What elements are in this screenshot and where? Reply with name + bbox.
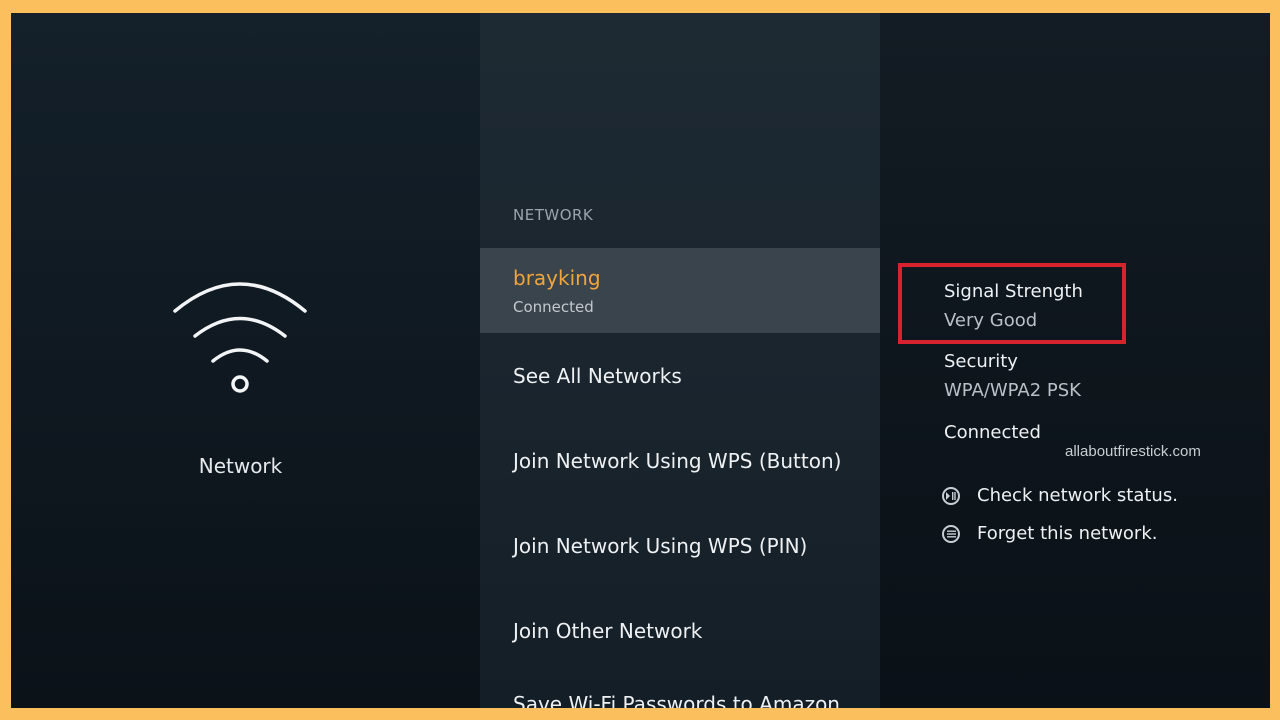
connection-status-label: Connected — [944, 422, 1041, 443]
network-menu-panel: NETWORK brayking Connected See All Netwo… — [480, 13, 880, 708]
forget-network-action[interactable]: Forget this network. — [942, 523, 1157, 544]
left-panel: Network — [11, 13, 480, 708]
security-value: WPA/WPA2 PSK — [944, 380, 1081, 401]
network-category-label: Network — [198, 454, 283, 478]
signal-strength-highlight — [898, 263, 1126, 344]
network-name: brayking — [513, 266, 601, 290]
security-label: Security — [944, 351, 1018, 372]
watermark: allaboutfirestick.com — [1065, 443, 1201, 460]
network-details-panel: Signal Strength Very Good Security WPA/W… — [880, 13, 1270, 708]
play-pause-icon — [942, 486, 960, 505]
network-status: Connected — [513, 298, 594, 316]
signal-strength-label: Signal Strength — [944, 281, 1083, 302]
signal-strength-value: Very Good — [944, 310, 1038, 331]
menu-icon — [942, 524, 960, 543]
wifi-icon — [173, 282, 307, 393]
app-window: Network NETWORK brayking Connected See A… — [11, 13, 1270, 708]
join-other-network-item[interactable]: Join Other Network — [480, 619, 846, 643]
join-wps-pin-item[interactable]: Join Network Using WPS (PIN) — [480, 534, 846, 558]
save-wifi-passwords-item[interactable]: Save Wi-Fi Passwords to Amazon — [480, 692, 846, 708]
section-header: NETWORK — [513, 206, 594, 224]
see-all-networks-item[interactable]: See All Networks — [480, 364, 846, 388]
join-wps-button-item[interactable]: Join Network Using WPS (Button) — [480, 449, 846, 473]
forget-network-label: Forget this network. — [977, 523, 1158, 544]
check-network-status-action[interactable]: Check network status. — [942, 485, 1178, 506]
network-item-brayking[interactable]: brayking Connected — [480, 248, 880, 333]
check-network-status-label: Check network status. — [977, 485, 1178, 506]
